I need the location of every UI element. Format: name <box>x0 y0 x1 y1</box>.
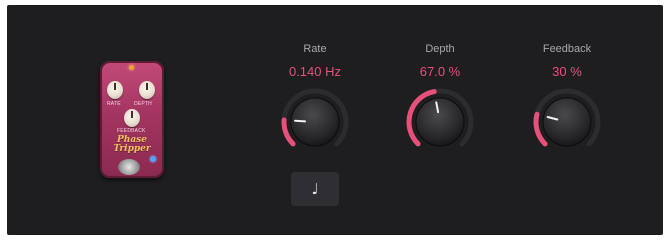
pedal-logo-line2: Tripper <box>113 144 151 154</box>
music-note-icon: ♩ <box>311 180 319 198</box>
feedback-knob[interactable] <box>531 86 603 158</box>
depth-control: Depth 67.0 % <box>390 42 490 158</box>
depth-value[interactable]: 67.0 % <box>390 64 490 80</box>
rate-label: Rate <box>303 43 327 55</box>
knob-pointer <box>294 119 307 123</box>
knob-body <box>415 97 465 147</box>
depth-knob[interactable] <box>404 86 476 158</box>
phase-tripper-pedal-image: RATE DEPTH FEEDBACK Phase Tripper <box>100 61 164 178</box>
depth-label: Depth <box>425 43 455 55</box>
pedal-logo: Phase Tripper <box>100 136 164 154</box>
feedback-control: Feedback 30 % <box>517 42 617 158</box>
pedal-feedback-knob <box>124 109 140 127</box>
tempo-sync-button[interactable]: ♩ <box>291 172 339 206</box>
pedal-rate-knob <box>107 81 123 99</box>
knob-body <box>290 97 340 147</box>
rate-knob[interactable] <box>279 86 351 158</box>
pedal-depth-knob <box>139 81 155 99</box>
knob-body <box>542 97 592 147</box>
pedal-footswitch <box>118 159 140 175</box>
pedal-feedback-label: FEEDBACK <box>117 128 146 134</box>
pedal-rate-label: RATE <box>107 101 121 107</box>
rate-value[interactable]: 0.140 Hz <box>265 64 365 80</box>
rate-control: Rate 0.140 Hz <box>265 42 365 158</box>
feedback-label: Feedback <box>542 43 592 55</box>
pedal-blue-light <box>150 156 156 162</box>
pedal-depth-label: DEPTH <box>134 101 152 107</box>
pedal-led-indicator <box>129 65 134 70</box>
feedback-value[interactable]: 30 % <box>517 64 617 80</box>
